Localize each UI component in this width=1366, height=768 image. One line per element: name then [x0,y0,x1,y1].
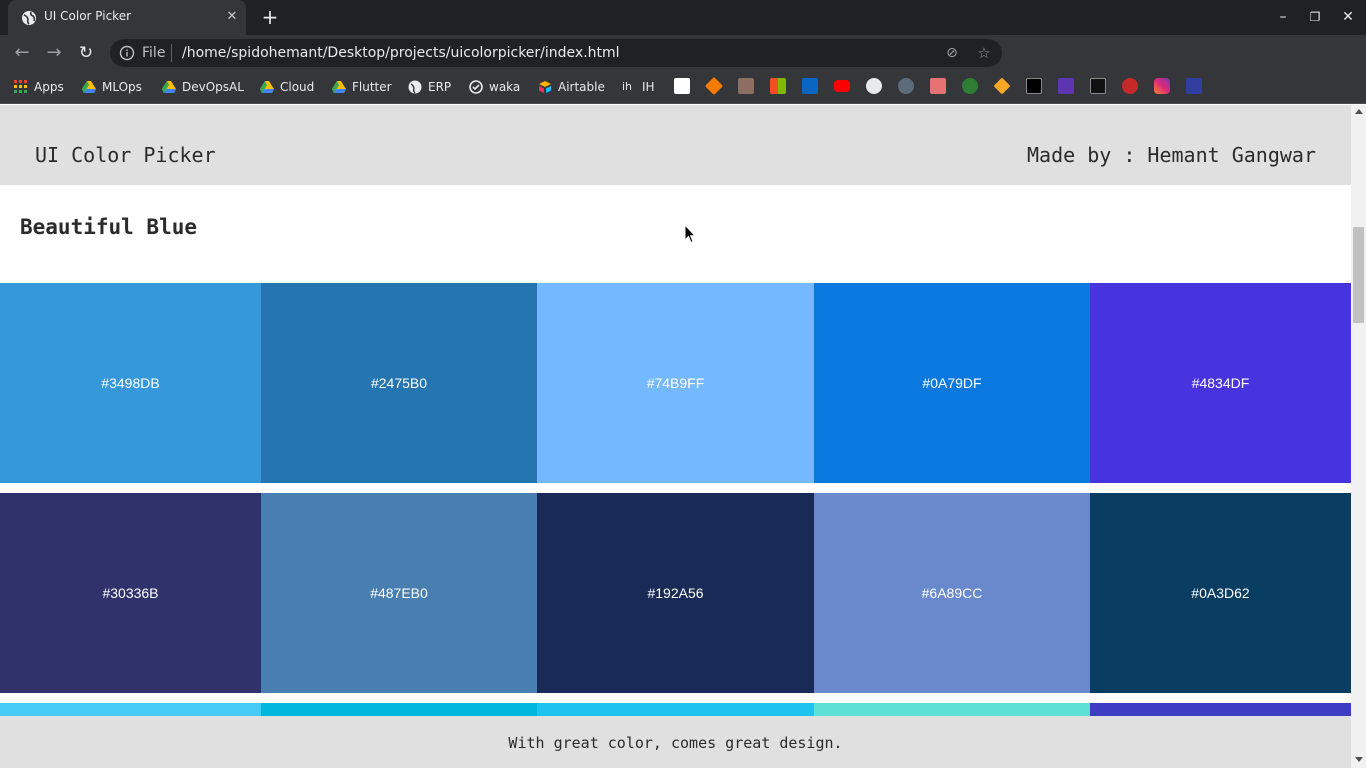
scroll-down-arrow-icon[interactable] [1355,757,1363,762]
color-swatch[interactable]: #0A79DF [814,283,1090,483]
tab-strip: UI Color Picker ✕ + – ❐ ✕ [0,0,1366,35]
waka-icon [469,80,483,94]
airtable-icon [539,81,551,93]
bookmark-label: ERP [428,80,452,94]
page-viewport: UI Color Picker Made by : Hemant Gangwar… [0,105,1351,768]
google-drive-icon [332,81,346,93]
hex-label: #0A3D62 [1191,585,1250,601]
bookmark-label: MLOps [102,80,142,94]
cube-icon[interactable] [704,76,724,96]
google-drive-icon [260,81,274,93]
close-window-icon[interactable]: ✕ [1339,8,1357,26]
google-drive-icon [162,81,176,93]
minimize-icon[interactable]: – [1274,8,1292,26]
reload-button[interactable]: ↻ [74,41,98,65]
color-swatch[interactable]: #487EB0 [261,493,537,693]
bookmark-waka[interactable]: waka [469,78,520,96]
back-button[interactable]: ← [10,41,34,65]
bookmark-apps[interactable]: Apps [14,78,64,96]
apps-grid-icon [14,80,27,93]
bookmark-label: DevOpsAL [182,80,244,94]
bookmark-mlops[interactable]: MLOps [82,78,142,96]
ih-icon: ih [622,80,633,93]
instagram-icon[interactable] [1154,78,1170,94]
site-credit: Made by : Hemant Gangwar [1027,143,1316,167]
hex-label: #2475B0 [370,375,428,391]
bolt-bookmark-icon[interactable] [1058,78,1074,94]
hex-label: #4834DF [1191,375,1250,391]
hex-label: #487EB0 [370,585,428,601]
color-swatch[interactable]: #4834DF [1090,283,1351,483]
scroll-thumb[interactable] [1353,227,1364,323]
color-swatch[interactable]: #2475B0 [261,283,537,483]
hex-label: #3498DB [101,375,160,391]
google-drive-icon [82,81,96,93]
youtube-icon[interactable] [834,80,850,92]
url-scheme: File [142,45,166,61]
diamond-bookmark-icon[interactable] [993,77,1011,95]
info-icon[interactable] [119,45,135,61]
url-separator [171,44,172,62]
bookmark-label: Cloud [280,80,315,94]
palette-title: Beautiful Blue [20,215,198,239]
bookmark-flutter[interactable]: Flutter [332,78,392,96]
eye-off-icon[interactable]: ⊘ [944,45,960,61]
page-scrollbar[interactable] [1351,105,1366,768]
bookmark-label: Flutter [352,80,392,94]
bookmark-erp[interactable]: ERP [408,78,451,96]
h-bookmark-icon[interactable] [1186,78,1202,94]
hex-label: #6A89CC [921,585,983,601]
site-header: UI Color Picker Made by : Hemant Gangwar [0,105,1351,185]
tab-title: UI Color Picker [44,9,132,23]
color-swatch[interactable]: #6A89CC [814,493,1090,693]
color-swatch[interactable]: #30336B [0,493,261,693]
url-text[interactable]: /home/spidohemant/Desktop/projects/uicol… [182,45,620,61]
address-bar[interactable]: File /home/spidohemant/Desktop/projects/… [110,39,1002,67]
microsoft-icon[interactable] [770,78,786,94]
green-bookmark-icon[interactable] [962,78,978,94]
bookmark-devopsal[interactable]: DevOpsAL [162,78,244,96]
bookmark-label: IH [642,80,655,94]
bookmark-label: Airtable [558,80,605,94]
bookmark-ih[interactable]: ih IH [622,78,655,96]
site-footer: With great color, comes great design. [0,716,1351,768]
amazon-icon[interactable] [674,78,690,94]
color-swatch[interactable]: #0A3D62 [1090,493,1351,693]
tab-ui-color-picker[interactable]: UI Color Picker ✕ [8,0,246,35]
bookmark-label: waka [489,80,521,94]
browser-toolbar: ← → ↻ File /home/spidohemant/Desktop/pro… [0,35,1366,99]
image-bookmark-icon[interactable] [738,78,754,94]
tab-close-icon[interactable]: ✕ [224,9,240,25]
scroll-up-arrow-icon[interactable] [1355,109,1363,114]
quora-icon[interactable] [1122,78,1138,94]
forward-button[interactable]: → [42,41,66,65]
footer-tagline: With great color, comes great design. [508,734,843,752]
globe-icon [408,80,422,94]
star-icon[interactable]: ☆ [976,45,992,61]
circle-bookmark-icon[interactable] [898,78,914,94]
globe-icon [22,11,36,25]
hex-label: #30336B [102,585,159,601]
github-icon[interactable] [866,78,882,94]
bookmark-cloud[interactable]: Cloud [260,78,314,96]
dark-bookmark-icon[interactable] [1090,78,1106,94]
color-swatch[interactable]: #192A56 [537,493,814,693]
hex-label: #74B9FF [646,375,705,391]
hex-label: #192A56 [647,585,704,601]
bookmarks-bar: Apps MLOps DevOpsAL Cloud Flutter ERP wa… [0,71,1366,104]
restore-icon[interactable]: ❐ [1306,8,1324,26]
hashnode-icon[interactable] [1026,78,1042,94]
color-swatch[interactable]: #3498DB [0,283,261,483]
new-tab-button[interactable]: + [258,6,282,30]
hex-label: #0A79DF [922,375,982,391]
bookmark-airtable[interactable]: Airtable [538,78,605,96]
site-title: UI Color Picker [35,143,216,167]
color-swatch[interactable]: #74B9FF [537,283,814,483]
linkedin-icon[interactable] [802,78,818,94]
mouse-cursor-icon [684,224,696,244]
box-bookmark-icon[interactable] [930,78,946,94]
bookmark-label: Apps [34,80,64,94]
